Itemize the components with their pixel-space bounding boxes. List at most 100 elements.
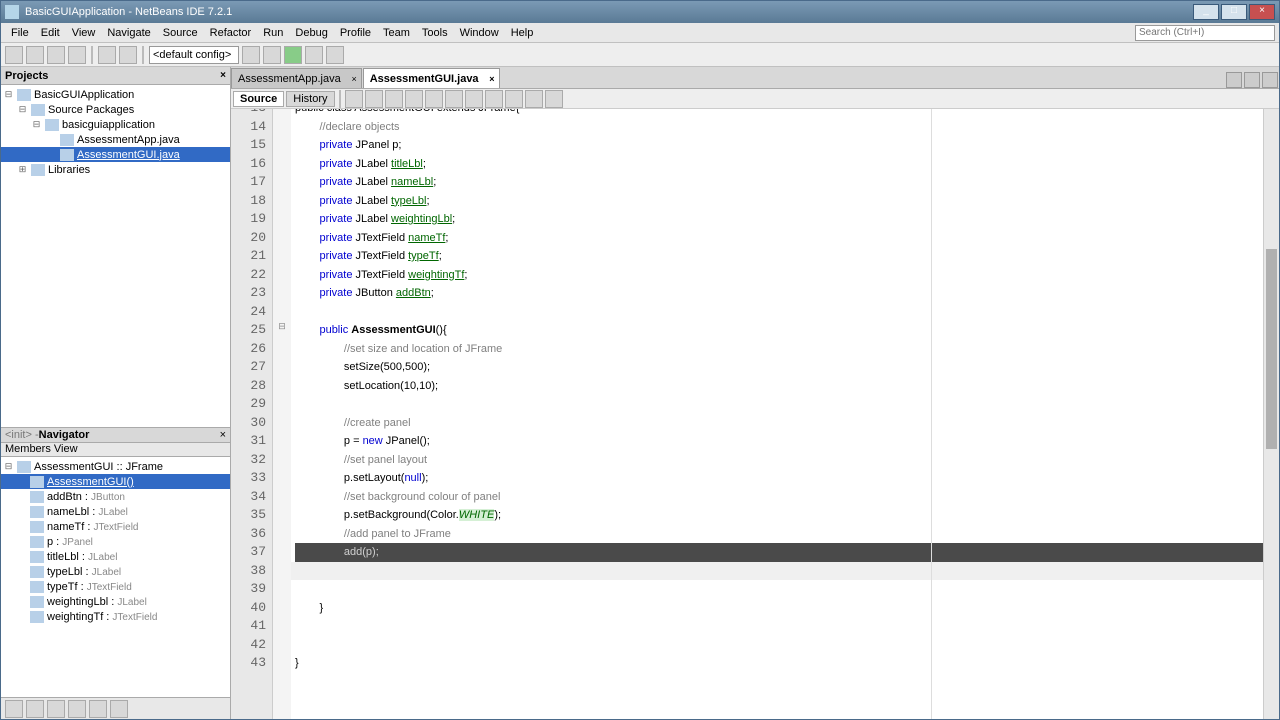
menu-file[interactable]: File xyxy=(5,27,35,39)
member-icon xyxy=(30,476,44,488)
menu-debug[interactable]: Debug xyxy=(289,27,333,39)
close-button[interactable]: × xyxy=(1249,4,1275,20)
titlebar[interactable]: BasicGUIApplication - NetBeans IDE 7.2.1… xyxy=(1,1,1279,23)
window-title: BasicGUIApplication - NetBeans IDE 7.2.1 xyxy=(25,6,232,18)
nav-filter-4[interactable] xyxy=(68,700,86,718)
navigator-member[interactable]: weightingTf : JTextField xyxy=(1,609,230,624)
menu-run[interactable]: Run xyxy=(257,27,289,39)
menu-edit[interactable]: Edit xyxy=(35,27,66,39)
config-combo[interactable]: <default config> xyxy=(149,46,239,64)
open-project-button[interactable] xyxy=(47,46,65,64)
tab-close-icon[interactable]: × xyxy=(351,74,356,84)
build-button[interactable] xyxy=(242,46,260,64)
nav-filter-1[interactable] xyxy=(5,700,23,718)
menu-profile[interactable]: Profile xyxy=(334,27,377,39)
line-gutter[interactable]: 1314151617181920212223242526272829303132… xyxy=(231,109,273,719)
minimize-button[interactable]: _ xyxy=(1193,4,1219,20)
source-tab[interactable]: Source xyxy=(233,91,284,107)
nav-filter-6[interactable] xyxy=(110,700,128,718)
search-input[interactable] xyxy=(1135,25,1275,41)
tab-scroll-right[interactable] xyxy=(1244,72,1260,88)
member-icon xyxy=(30,611,44,623)
scrollbar-thumb[interactable] xyxy=(1266,249,1277,449)
menu-window[interactable]: Window xyxy=(454,27,505,39)
new-project-button[interactable] xyxy=(26,46,44,64)
navigator-member[interactable]: nameLbl : JLabel xyxy=(1,504,230,519)
editor-toolbar-btn[interactable] xyxy=(425,90,443,108)
projects-close-icon[interactable]: × xyxy=(220,70,226,81)
java-file-icon xyxy=(60,134,74,146)
navigator-member[interactable]: titleLbl : JLabel xyxy=(1,549,230,564)
projects-tree[interactable]: ⊟BasicGUIApplication ⊟Source Packages ⊟b… xyxy=(1,85,230,427)
tab-close-icon[interactable]: × xyxy=(489,74,494,84)
vertical-scrollbar[interactable] xyxy=(1263,109,1279,719)
nav-filter-3[interactable] xyxy=(47,700,65,718)
nav-filter-5[interactable] xyxy=(89,700,107,718)
run-button[interactable] xyxy=(284,46,302,64)
editor-toolbar-btn[interactable] xyxy=(385,90,403,108)
editor-toolbar-btn[interactable] xyxy=(545,90,563,108)
debug-button[interactable] xyxy=(305,46,323,64)
member-icon xyxy=(30,566,44,578)
app-icon xyxy=(5,5,19,19)
menu-navigate[interactable]: Navigate xyxy=(101,27,156,39)
editor-toolbar-btn[interactable] xyxy=(465,90,483,108)
nav-filter-2[interactable] xyxy=(26,700,44,718)
editor-toolbar-btn[interactable] xyxy=(365,90,383,108)
projects-panel-title: Projects × xyxy=(1,67,230,85)
new-file-button[interactable] xyxy=(5,46,23,64)
profile-button[interactable] xyxy=(326,46,344,64)
editor-toolbar-btn[interactable] xyxy=(525,90,543,108)
member-icon xyxy=(30,521,44,533)
navigator-close-icon[interactable]: × xyxy=(220,429,226,441)
clean-build-button[interactable] xyxy=(263,46,281,64)
package-icon xyxy=(45,119,59,131)
editor-tab[interactable]: AssessmentApp.java× xyxy=(231,68,362,88)
menu-help[interactable]: Help xyxy=(505,27,540,39)
editor-toolbar-btn[interactable] xyxy=(485,90,503,108)
tab-scroll-left[interactable] xyxy=(1226,72,1242,88)
class-icon xyxy=(17,461,31,473)
menu-team[interactable]: Team xyxy=(377,27,416,39)
navigator-member[interactable]: nameTf : JTextField xyxy=(1,519,230,534)
editor-toolbar-btn[interactable] xyxy=(405,90,423,108)
navigator-view-combo[interactable]: Members View xyxy=(1,443,230,457)
library-icon xyxy=(31,164,45,176)
editor-tab[interactable]: AssessmentGUI.java× xyxy=(363,68,500,88)
redo-button[interactable] xyxy=(119,46,137,64)
editor-toolbar-btn[interactable] xyxy=(445,90,463,108)
java-file-icon xyxy=(60,149,74,161)
member-icon xyxy=(30,536,44,548)
menu-view[interactable]: View xyxy=(66,27,102,39)
navigator-member[interactable]: typeTf : JTextField xyxy=(1,579,230,594)
menubar: FileEditViewNavigateSourceRefactorRunDeb… xyxy=(1,23,1279,43)
member-icon xyxy=(30,506,44,518)
editor-toolbar-btn[interactable] xyxy=(505,90,523,108)
main-toolbar: <default config> xyxy=(1,43,1279,67)
folder-icon xyxy=(31,104,45,116)
member-icon xyxy=(30,581,44,593)
menu-tools[interactable]: Tools xyxy=(416,27,454,39)
maximize-button[interactable]: □ xyxy=(1221,4,1247,20)
tab-list[interactable] xyxy=(1262,72,1278,88)
menu-source[interactable]: Source xyxy=(157,27,204,39)
navigator-tree[interactable]: ⊟AssessmentGUI :: JFrame AssessmentGUI()… xyxy=(1,457,230,697)
selected-file[interactable]: AssessmentGUI.java xyxy=(1,147,230,162)
navigator-member[interactable]: weightingLbl : JLabel xyxy=(1,594,230,609)
navigator-member[interactable]: p : JPanel xyxy=(1,534,230,549)
navigator-member[interactable]: typeLbl : JLabel xyxy=(1,564,230,579)
editor-subtabs: Source History xyxy=(231,89,1279,109)
navigator-member[interactable]: AssessmentGUI() xyxy=(1,474,230,489)
save-all-button[interactable] xyxy=(68,46,86,64)
navigator-member[interactable]: addBtn : JButton xyxy=(1,489,230,504)
fold-gutter[interactable]: ⊟ xyxy=(273,109,291,719)
code-editor[interactable]: public class AssessmentGUI extends JFram… xyxy=(291,109,1263,719)
history-tab[interactable]: History xyxy=(286,91,334,107)
editor-toolbar-btn[interactable] xyxy=(345,90,363,108)
editor-tabs: AssessmentApp.java×AssessmentGUI.java× xyxy=(231,67,1279,89)
undo-button[interactable] xyxy=(98,46,116,64)
navigator-toolbar xyxy=(1,697,230,719)
navigator-panel-title: <init> - Navigator × xyxy=(1,427,230,443)
margin-line xyxy=(931,109,932,719)
menu-refactor[interactable]: Refactor xyxy=(204,27,258,39)
